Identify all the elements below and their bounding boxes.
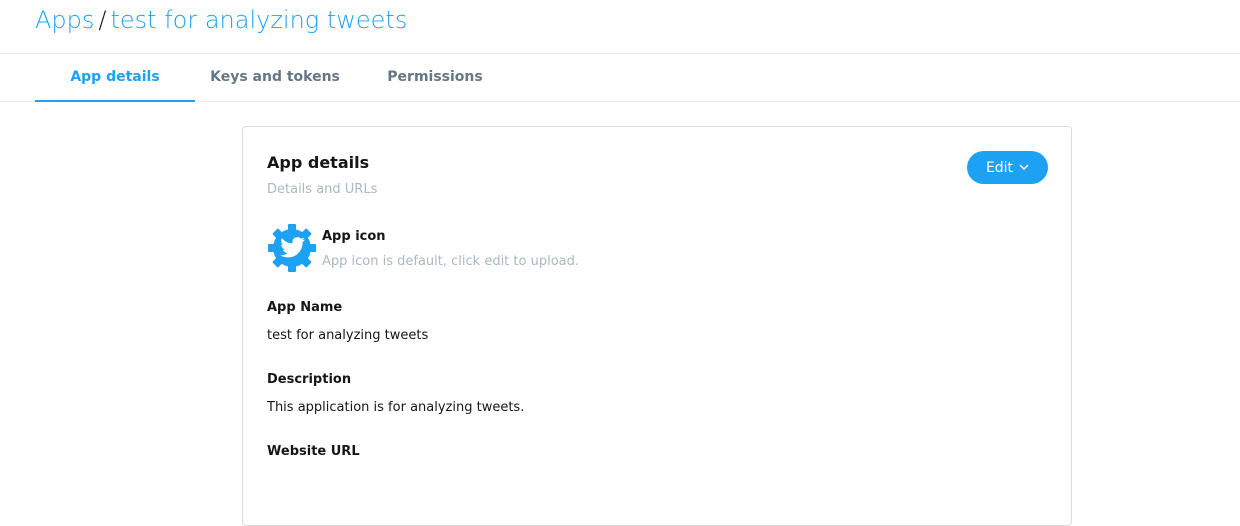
breadcrumb: Apps / test for analyzing tweets bbox=[35, 4, 407, 36]
tab-permissions[interactable]: Permissions bbox=[355, 54, 515, 101]
app-name-value: test for analyzing tweets bbox=[267, 328, 429, 343]
card-title: App details bbox=[267, 153, 370, 172]
app-name-label: App Name bbox=[267, 300, 343, 315]
app-icon-title: App icon bbox=[322, 229, 386, 244]
tab-keys-and-tokens[interactable]: Keys and tokens bbox=[195, 54, 355, 101]
tab-app-details[interactable]: App details bbox=[35, 54, 195, 102]
page-header: Apps / test for analyzing tweets bbox=[0, 0, 1240, 54]
website-url-label: Website URL bbox=[267, 444, 360, 459]
edit-button-label: Edit bbox=[985, 159, 1014, 176]
description-value: This application is for analyzing tweets… bbox=[267, 400, 525, 415]
breadcrumb-apps-link[interactable]: Apps bbox=[35, 6, 94, 34]
card-subtitle: Details and URLs bbox=[267, 182, 378, 197]
twitter-gear-icon bbox=[268, 224, 316, 272]
app-icon-hint: App icon is default, click edit to uploa… bbox=[322, 254, 579, 269]
chevron-down-icon bbox=[1019, 164, 1029, 170]
description-label: Description bbox=[267, 372, 352, 387]
app-details-card: App details Details and URLs Edit App ic… bbox=[242, 126, 1072, 526]
edit-button[interactable]: Edit bbox=[967, 151, 1048, 184]
breadcrumb-separator: / bbox=[98, 6, 107, 34]
breadcrumb-current-app-link[interactable]: test for analyzing tweets bbox=[110, 6, 407, 34]
tab-bar: App details Keys and tokens Permissions bbox=[0, 54, 1240, 102]
